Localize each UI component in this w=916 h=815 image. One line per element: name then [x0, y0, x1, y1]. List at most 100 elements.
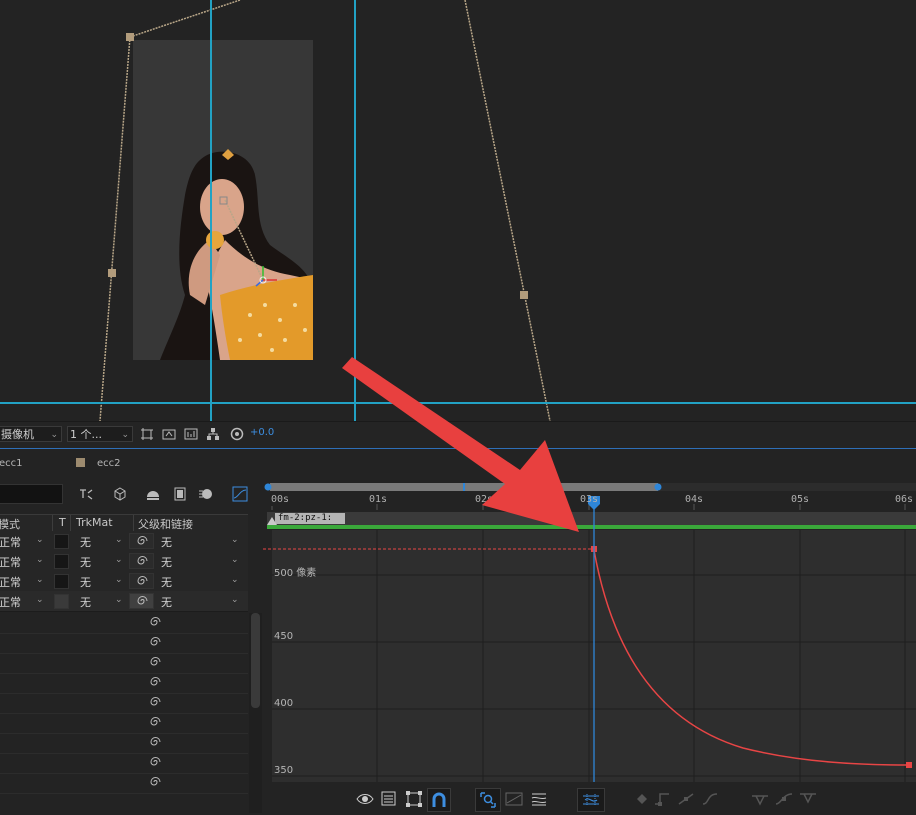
parent-pickwhip[interactable]	[129, 573, 154, 589]
fit-selection-button[interactable]	[475, 788, 501, 812]
parent-select[interactable]: 无	[161, 574, 172, 590]
layer-panel-scrollbar[interactable]	[249, 613, 262, 813]
column-mode[interactable]: 模式	[0, 516, 20, 532]
color-settings-icon[interactable]	[230, 427, 244, 441]
graph-editor[interactable]: 00s 01s 02s 03s 04s 05s 06s fm-2:pz-1: 5…	[263, 478, 916, 815]
camera-select[interactable]: 摄像机 ⌄	[0, 426, 62, 442]
layer-row[interactable]: 正常 ⌄ 无 ⌄ 无 ⌄	[0, 591, 248, 612]
preserve-transparency-checkbox[interactable]	[54, 594, 69, 609]
convert-hold-icon[interactable]	[653, 790, 671, 808]
camera-handle[interactable]	[520, 291, 528, 299]
layer-row[interactable]: 正常 ⌄ 无 ⌄ 无 ⌄	[0, 571, 248, 592]
keyframe-diamond-icon[interactable]	[633, 790, 651, 808]
property-row[interactable]	[0, 633, 248, 654]
view-layout-select[interactable]: 1 个... ⌄	[67, 426, 133, 442]
label-color-swatch[interactable]	[76, 458, 85, 467]
pickwhip-icon[interactable]	[148, 675, 162, 689]
parent-select[interactable]: 无	[161, 594, 172, 610]
trkmat-select[interactable]: 无	[80, 594, 91, 610]
exposure-value[interactable]: +0.0	[250, 427, 274, 438]
layer-row[interactable]: 正常 ⌄ 无 ⌄ 无 ⌄	[0, 551, 248, 572]
trkmat-select[interactable]: 无	[80, 554, 91, 570]
grid-toggle-icon[interactable]	[140, 427, 154, 441]
property-row[interactable]	[0, 753, 248, 774]
separate-dimensions-icon	[583, 794, 599, 806]
pickwhip-icon[interactable]	[148, 695, 162, 709]
frame-blending-icon[interactable]	[172, 486, 188, 502]
parent-pickwhip[interactable]	[129, 553, 154, 569]
edit-speed-icon[interactable]	[530, 790, 548, 808]
property-row[interactable]	[0, 773, 248, 794]
keyframe-point[interactable]	[906, 762, 912, 768]
pickwhip-icon[interactable]	[148, 655, 162, 669]
separate-dimensions-button[interactable]	[577, 788, 605, 812]
pickwhip-icon[interactable]	[148, 775, 162, 789]
convert-auto-bezier-icon[interactable]	[677, 790, 695, 808]
property-row[interactable]	[0, 673, 248, 694]
property-row[interactable]	[0, 713, 248, 734]
column-parent[interactable]: 父级和链接	[138, 516, 193, 532]
chevron-down-icon: ⌄	[115, 555, 123, 565]
property-row[interactable]	[0, 693, 248, 714]
easy-ease-out-icon[interactable]	[775, 790, 793, 808]
snap-button[interactable]	[427, 788, 451, 812]
property-row[interactable]	[0, 653, 248, 674]
anchor-point-gizmo[interactable]	[219, 196, 277, 287]
3d-layer-icon[interactable]	[112, 486, 128, 502]
pickwhip-icon[interactable]	[148, 615, 162, 629]
graph-type-icon[interactable]	[380, 790, 398, 808]
layer-search-input[interactable]	[0, 484, 63, 504]
chevron-down-icon: ⌄	[115, 595, 123, 605]
blend-mode-select[interactable]: 正常	[0, 534, 21, 550]
composition-viewer[interactable]	[0, 0, 916, 421]
parent-select[interactable]: 无	[161, 534, 172, 550]
easy-ease-icon[interactable]	[701, 790, 719, 808]
fit-all-icon[interactable]	[505, 790, 523, 808]
camera-handle[interactable]	[108, 269, 116, 277]
draft-3d-icon[interactable]	[145, 486, 161, 502]
trkmat-select[interactable]: 无	[80, 534, 91, 550]
column-t[interactable]: T	[59, 516, 66, 529]
blend-mode-select[interactable]: 正常	[0, 594, 21, 610]
show-channel-icon[interactable]	[184, 427, 198, 441]
pickwhip-icon[interactable]	[148, 735, 162, 749]
easy-ease-in-icon[interactable]	[751, 790, 769, 808]
scrollbar-thumb[interactable]	[251, 613, 260, 708]
navigator-start-handle[interactable]	[264, 483, 272, 491]
parent-pickwhip[interactable]	[129, 593, 154, 609]
column-trkmat[interactable]: TrkMat	[76, 516, 113, 529]
pickwhip-icon[interactable]	[148, 715, 162, 729]
tab-ecc1[interactable]: ecc1	[0, 458, 23, 469]
parent-pickwhip[interactable]	[129, 533, 154, 549]
camera-handle[interactable]	[126, 33, 134, 41]
work-area-bar[interactable]	[267, 525, 916, 529]
property-row[interactable]	[0, 613, 248, 634]
property-row[interactable]	[0, 733, 248, 754]
trkmat-select[interactable]: 无	[80, 574, 91, 590]
graph-editor-toggle-icon[interactable]	[232, 486, 248, 502]
easy-ease-icon[interactable]	[799, 790, 817, 808]
blend-mode-select[interactable]: 正常	[0, 574, 21, 590]
parent-select[interactable]: 无	[161, 554, 172, 570]
snapshot-icon[interactable]	[162, 427, 176, 441]
motion-blur-icon[interactable]	[198, 486, 214, 502]
preserve-transparency-checkbox[interactable]	[54, 534, 69, 549]
blend-mode-select[interactable]: 正常	[0, 554, 21, 570]
pickwhip-icon[interactable]	[148, 635, 162, 649]
graph-canvas[interactable]	[263, 478, 916, 782]
transform-box-icon[interactable]	[405, 790, 423, 808]
fit-selection-icon	[480, 792, 496, 808]
chevron-down-icon: ⌄	[50, 430, 58, 440]
preserve-transparency-checkbox[interactable]	[54, 574, 69, 589]
navigator-end-handle[interactable]	[654, 483, 662, 491]
chevron-down-icon: ⌄	[231, 595, 239, 605]
eye-icon[interactable]	[356, 790, 374, 808]
flowchart-icon[interactable]	[206, 427, 220, 441]
layer-row[interactable]: 正常 ⌄ 无 ⌄ 无 ⌄	[0, 531, 248, 552]
preserve-transparency-checkbox[interactable]	[54, 554, 69, 569]
ruler-label: 00s	[271, 494, 290, 505]
chevron-down-icon: ⌄	[121, 430, 129, 440]
tab-ecc2[interactable]: ecc2	[97, 458, 121, 469]
shy-layers-icon[interactable]	[78, 486, 94, 502]
pickwhip-icon[interactable]	[148, 755, 162, 769]
